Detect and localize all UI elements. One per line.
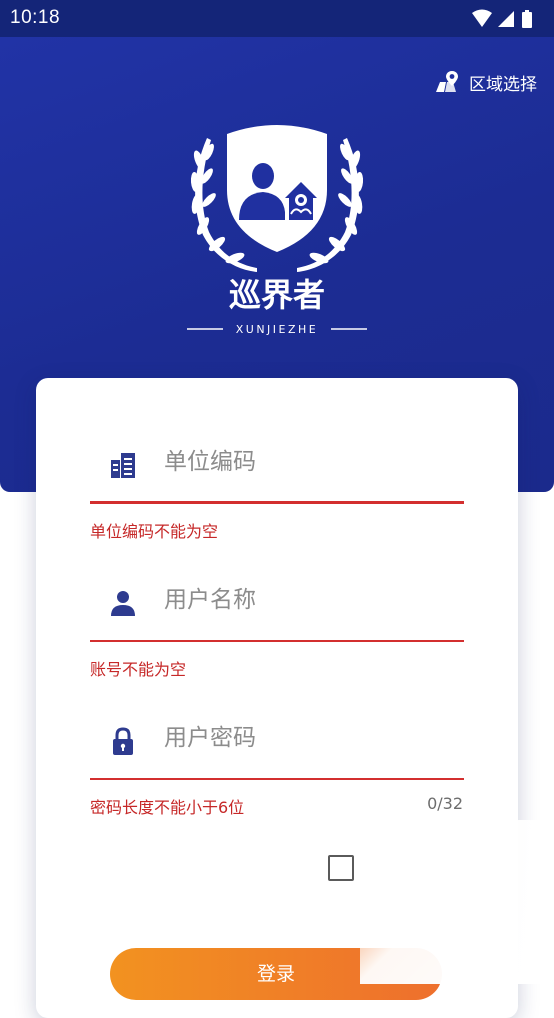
status-bar: 10:18 bbox=[0, 0, 554, 37]
shield-icon bbox=[227, 125, 327, 252]
user-icon bbox=[111, 591, 135, 616]
status-icons bbox=[472, 9, 532, 28]
unit-code-field[interactable] bbox=[90, 420, 464, 504]
region-select-label: 区域选择 bbox=[469, 74, 537, 95]
password-underline bbox=[90, 778, 464, 780]
username-field[interactable] bbox=[90, 558, 464, 642]
password-counter: 0/32 bbox=[427, 794, 463, 813]
username-underline bbox=[90, 640, 464, 642]
status-time: 10:18 bbox=[10, 7, 61, 28]
username-input[interactable] bbox=[164, 574, 454, 626]
login-card: 单位编码不能为空 账号不能为空 密码长度不能小于6位 0/32 登录 bbox=[36, 378, 518, 1018]
logo-subtitle: XUNJIEZHE bbox=[236, 323, 319, 336]
login-button[interactable]: 登录 bbox=[110, 948, 442, 1000]
signal-icon bbox=[498, 11, 514, 27]
unit-code-error: 单位编码不能为空 bbox=[90, 522, 219, 541]
battery-icon bbox=[522, 10, 532, 28]
password-input[interactable] bbox=[164, 712, 454, 764]
unit-code-input[interactable] bbox=[164, 436, 454, 488]
password-field[interactable] bbox=[90, 696, 464, 780]
logo-title: 巡界者 bbox=[229, 276, 325, 314]
unit-code-underline bbox=[90, 501, 464, 504]
wifi-icon bbox=[472, 9, 492, 27]
password-error: 密码长度不能小于6位 bbox=[90, 798, 245, 817]
app-logo: 巡界者 XUNJIEZHE bbox=[187, 125, 367, 336]
region-select-button[interactable]: 区域选择 bbox=[435, 70, 537, 95]
remember-checkbox[interactable] bbox=[328, 855, 354, 881]
username-error: 账号不能为空 bbox=[90, 660, 187, 679]
lock-icon bbox=[113, 727, 133, 755]
building-icon bbox=[111, 453, 135, 478]
map-pin-icon bbox=[436, 71, 458, 92]
